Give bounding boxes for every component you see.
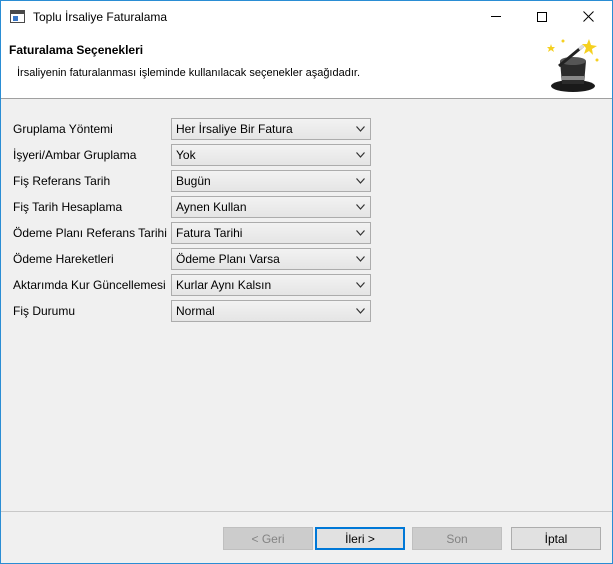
wizard-header: Faturalama Seçenekleri İrsaliyenin fatur… [1, 32, 612, 99]
cancel-button[interactable]: İptal [511, 527, 601, 550]
payment-transactions-label: Ödeme Hareketleri [13, 252, 114, 266]
slip-date-calculation-row: Fiş Tarih Hesaplama Aynen Kullan [1, 196, 612, 218]
close-icon [582, 11, 594, 22]
payment-transactions-select[interactable]: Ödeme Planı Varsa [171, 248, 371, 270]
slip-status-label: Fiş Durumu [13, 304, 76, 318]
app-window-icon [10, 10, 25, 23]
chevron-down-icon [356, 308, 365, 314]
workplace-warehouse-grouping-row: İşyeri/Ambar Gruplama Yok [1, 144, 612, 166]
currency-rate-update-select[interactable]: Kurlar Aynı Kalsın [171, 274, 371, 296]
workplace-warehouse-grouping-value: Yok [176, 148, 196, 162]
wizard-window: Toplu İrsaliye Faturalama Faturalama Seç… [0, 0, 613, 564]
slip-status-value: Normal [176, 304, 215, 318]
payment-transactions-value: Ödeme Planı Varsa [176, 252, 280, 266]
slip-status-row: Fiş Durumu Normal [1, 300, 612, 322]
slip-date-calculation-value: Aynen Kullan [176, 200, 247, 214]
payment-plan-reference-date-value: Fatura Tarihi [176, 226, 243, 240]
slip-reference-date-label: Fiş Referans Tarih [13, 174, 111, 188]
page-description: İrsaliyenin faturalanması işleminde kull… [17, 67, 361, 79]
chevron-down-icon [356, 126, 365, 132]
grouping-method-value: Her İrsaliye Bir Fatura [176, 122, 293, 136]
footer-divider [1, 511, 612, 512]
close-button[interactable] [565, 1, 611, 32]
grouping-method-row: Gruplama Yöntemi Her İrsaliye Bir Fatura [1, 118, 612, 140]
slip-reference-date-select[interactable]: Bugün [171, 170, 371, 192]
currency-rate-update-label: Aktarımda Kur Güncellemesi [13, 278, 166, 292]
currency-rate-update-value: Kurlar Aynı Kalsın [176, 278, 272, 292]
currency-rate-update-row: Aktarımda Kur Güncellemesi Kurlar Aynı K… [1, 274, 612, 296]
chevron-down-icon [356, 204, 365, 210]
grouping-method-label: Gruplama Yöntemi [13, 122, 113, 136]
title-bar[interactable]: Toplu İrsaliye Faturalama [1, 1, 612, 32]
slip-status-select[interactable]: Normal [171, 300, 371, 322]
payment-plan-reference-date-label: Ödeme Planı Referans Tarihi [13, 226, 167, 240]
workplace-warehouse-grouping-label: İşyeri/Ambar Gruplama [13, 148, 137, 162]
back-button[interactable]: < Geri [223, 527, 313, 550]
chevron-down-icon [356, 152, 365, 158]
maximize-button[interactable] [519, 1, 565, 32]
chevron-down-icon [356, 178, 365, 184]
finish-button[interactable]: Son [412, 527, 502, 550]
chevron-down-icon [356, 256, 365, 262]
chevron-down-icon [356, 282, 365, 288]
slip-date-calculation-select[interactable]: Aynen Kullan [171, 196, 371, 218]
slip-reference-date-value: Bugün [176, 174, 211, 188]
slip-date-calculation-label: Fiş Tarih Hesaplama [13, 200, 123, 214]
payment-transactions-row: Ödeme Hareketleri Ödeme Planı Varsa [1, 248, 612, 270]
payment-plan-reference-date-select[interactable]: Fatura Tarihi [171, 222, 371, 244]
slip-reference-date-row: Fiş Referans Tarih Bugün [1, 170, 612, 192]
window-title: Toplu İrsaliye Faturalama [33, 10, 168, 24]
minimize-icon [491, 16, 501, 17]
grouping-method-select[interactable]: Her İrsaliye Bir Fatura [171, 118, 371, 140]
workplace-warehouse-grouping-select[interactable]: Yok [171, 144, 371, 166]
next-button[interactable]: İleri > [315, 527, 405, 550]
payment-plan-reference-date-row: Ödeme Planı Referans Tarihi Fatura Tarih… [1, 222, 612, 244]
maximize-icon [537, 11, 547, 22]
magic-wand-hat-icon [547, 39, 599, 92]
chevron-down-icon [356, 230, 365, 236]
minimize-button[interactable] [473, 1, 519, 32]
page-title: Faturalama Seçenekleri [9, 43, 144, 57]
